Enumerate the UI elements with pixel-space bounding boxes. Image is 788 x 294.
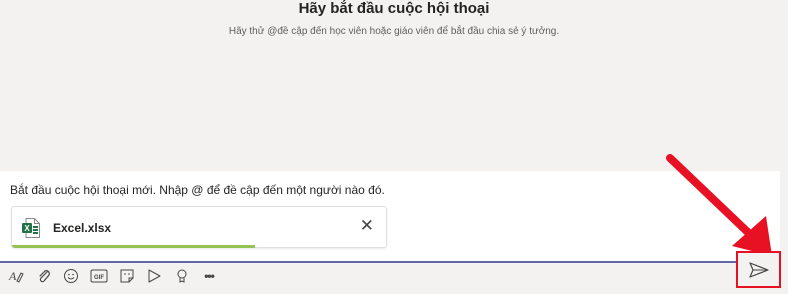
remove-attachment-close-icon[interactable]: ✕ bbox=[360, 216, 374, 236]
gif-icon[interactable]: GIF bbox=[89, 266, 109, 286]
send-button[interactable] bbox=[736, 251, 781, 288]
compose-placeholder[interactable]: Bắt đầu cuộc hội thoại mới. Nhập @ để đề… bbox=[10, 183, 385, 197]
page-title: Hãy bắt đầu cuộc hội thoại bbox=[298, 0, 490, 17]
attach-icon[interactable] bbox=[34, 266, 54, 286]
compose-toolbar: A GIF ••• bbox=[0, 263, 260, 289]
page-subtitle: Hãy thử @đề cập đến học viên hoặc giáo v… bbox=[228, 26, 560, 37]
meet-icon[interactable] bbox=[144, 266, 164, 286]
sticker-icon[interactable] bbox=[117, 266, 137, 286]
attachment-file-name[interactable]: Excel.xlsx bbox=[53, 221, 111, 235]
excel-file-icon: X bbox=[22, 218, 40, 238]
send-icon bbox=[749, 262, 769, 278]
praise-icon[interactable] bbox=[172, 266, 192, 286]
svg-text:X: X bbox=[24, 224, 30, 233]
more-icon[interactable]: ••• bbox=[199, 266, 219, 286]
svg-text:A: A bbox=[8, 269, 17, 283]
attachment-card[interactable]: X Excel.xlsx ✕ bbox=[11, 206, 387, 248]
emoji-icon[interactable] bbox=[61, 266, 81, 286]
format-icon[interactable]: A bbox=[6, 266, 26, 286]
upload-progress-bar bbox=[12, 245, 256, 248]
gif-label: GIF bbox=[94, 275, 104, 281]
